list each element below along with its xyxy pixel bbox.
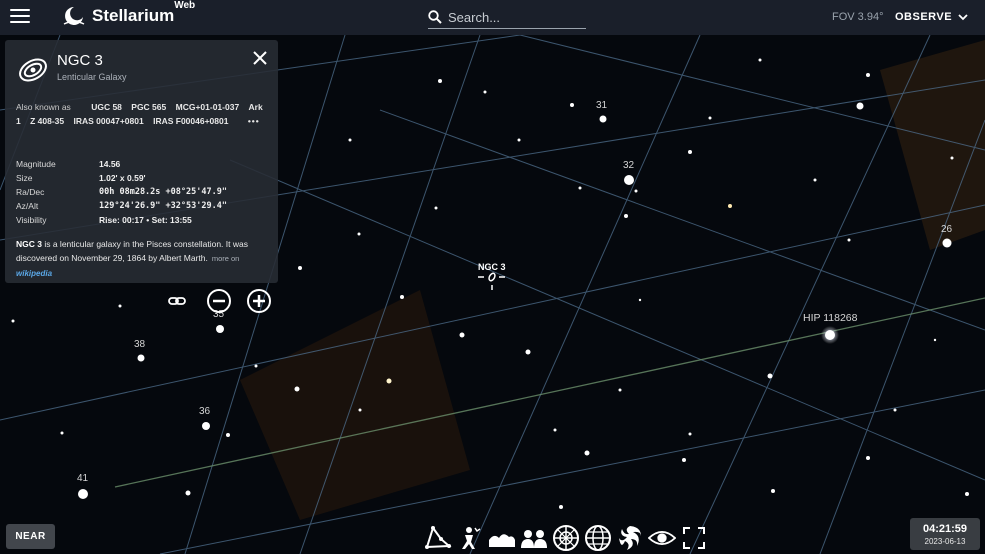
observe-label: OBSERVE xyxy=(895,11,953,23)
prop-visibility: Visibility Rise: 00:17 • Set: 13:55 xyxy=(16,215,192,225)
ngc3-sky-label: NGC 3 xyxy=(478,262,506,272)
star-label-31: 31 xyxy=(596,100,608,111)
object-properties: Magnitude 14.56 Size 1.02' x 0.59' Ra/Dec 0… xyxy=(16,157,227,227)
night-mode-icon[interactable] xyxy=(648,524,676,552)
also-known-as: Also known as UGC 58 PGC 565 MCG+01-01-0… xyxy=(16,100,271,128)
date-time-button[interactable]: 04:21:59 2023-06-13 xyxy=(910,518,980,550)
deep-sky-icon[interactable] xyxy=(616,524,644,552)
constellation-lines-icon[interactable] xyxy=(424,524,452,552)
app-logo: StellariumWeb xyxy=(62,0,196,27)
menu-icon[interactable] xyxy=(10,9,30,25)
constellation-art-icon[interactable] xyxy=(456,524,484,552)
search-icon xyxy=(428,10,442,24)
star-label-41: 41 xyxy=(77,473,89,484)
atmosphere-icon[interactable] xyxy=(520,524,548,552)
close-icon[interactable] xyxy=(252,50,268,66)
prop-azalt: Az/Alt 129°24'26.9" +32°53'29.4" xyxy=(16,201,227,211)
date-readout: 2023-06-13 xyxy=(924,536,966,546)
zoom-out-icon[interactable] xyxy=(205,287,233,315)
fullscreen-icon[interactable] xyxy=(680,524,708,552)
search-input[interactable] xyxy=(448,9,578,25)
azimuthal-grid-icon[interactable] xyxy=(552,524,580,552)
near-button[interactable]: NEAR xyxy=(6,524,55,549)
aka-item: IRAS F00046+0801 xyxy=(153,116,229,126)
prop-magnitude: Magnitude 14.56 xyxy=(16,159,121,169)
link-icon[interactable] xyxy=(165,289,189,313)
aka-label: Also known as xyxy=(16,102,71,112)
object-name: NGC 3 xyxy=(57,52,103,69)
bottom-toolbar xyxy=(424,524,708,552)
object-description: NGC 3 is a lenticular galaxy in the Pisc… xyxy=(16,239,248,278)
star-label-36: 36 xyxy=(199,406,211,417)
aka-item: PGC 565 xyxy=(131,102,167,112)
star-label-26: 26 xyxy=(941,224,953,235)
equatorial-grid-icon[interactable] xyxy=(584,524,612,552)
star-label-38: 38 xyxy=(134,339,146,350)
app-title: StellariumWeb xyxy=(92,0,196,25)
wikipedia-link[interactable]: wikipedia xyxy=(16,269,52,278)
star-label-32: 32 xyxy=(623,160,635,171)
object-type: Lenticular Galaxy xyxy=(57,72,127,82)
fov-readout: FOV 3.94° xyxy=(832,11,884,23)
search-box[interactable] xyxy=(428,6,586,29)
panel-tools xyxy=(165,287,273,315)
stellarium-logo-icon xyxy=(63,7,85,25)
top-bar: StellariumWeb FOV 3.94° OBSERVE xyxy=(0,0,985,35)
landscape-icon[interactable] xyxy=(488,524,516,552)
aka-item: MCG+01-01-037 xyxy=(175,102,240,112)
aka-item: Z 408-35 xyxy=(30,116,65,126)
aka-more-button[interactable]: ••• xyxy=(248,116,260,126)
zoom-in-icon[interactable] xyxy=(245,287,273,315)
observe-menu-button[interactable]: OBSERVE xyxy=(895,11,969,23)
prop-radec: Ra/Dec 00h 08m28.2s +08°25'47.9" xyxy=(16,187,227,197)
time-readout: 04:21:59 xyxy=(922,522,968,535)
chevron-down-icon xyxy=(958,14,968,21)
galaxy-icon xyxy=(19,58,47,82)
star-label-hip: HIP 118268 xyxy=(803,312,858,324)
object-info-panel: NGC 3 Lenticular Galaxy Also known as UG… xyxy=(5,40,278,283)
aka-item: UGC 58 xyxy=(91,102,122,112)
prop-size: Size 1.02' x 0.59' xyxy=(16,173,146,183)
aka-item: IRAS 00047+0801 xyxy=(73,116,144,126)
